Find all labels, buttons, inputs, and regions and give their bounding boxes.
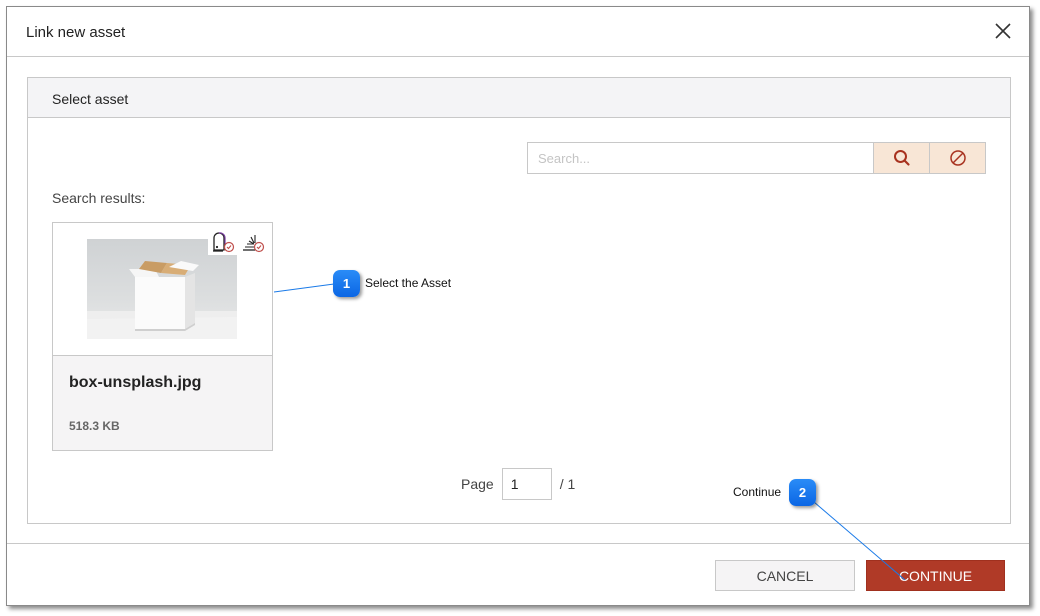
search-bar <box>527 142 986 174</box>
asset-badges <box>208 231 268 255</box>
asset-card[interactable]: box-unsplash.jpg 518.3 KB <box>52 222 273 451</box>
panel-title: Select asset <box>52 91 129 107</box>
search-icon <box>893 150 910 166</box>
close-button[interactable] <box>993 21 1013 41</box>
dialog-title: Link new asset <box>26 24 126 41</box>
storage-verified-icon <box>213 232 235 253</box>
asset-thumbnail-area <box>53 223 272 356</box>
clear-icon <box>949 150 966 166</box>
link-asset-dialog: Link new asset Select asset Search... Se… <box>6 6 1030 606</box>
signal-verified-icon <box>243 235 265 253</box>
page-number-input[interactable] <box>501 468 552 500</box>
dialog-footer: CANCEL CONTINUE <box>7 543 1029 605</box>
pagination: Page / 1 <box>461 468 575 500</box>
select-asset-panel: Select asset Search results: <box>27 77 1011 524</box>
search-input[interactable] <box>528 143 873 173</box>
cancel-button[interactable]: CANCEL <box>715 560 855 591</box>
page-total: / 1 <box>559 476 576 492</box>
panel-header: Select asset <box>28 78 1010 118</box>
dialog-header: Link new asset <box>7 7 1029 57</box>
asset-name: box-unsplash.jpg <box>69 374 202 391</box>
search-button[interactable] <box>873 143 929 173</box>
asset-info: box-unsplash.jpg 518.3 KB <box>53 356 272 450</box>
continue-button[interactable]: CONTINUE <box>866 560 1005 591</box>
asset-size: 518.3 KB <box>69 419 120 433</box>
clear-search-button[interactable] <box>929 143 985 173</box>
close-icon <box>995 23 1011 39</box>
page-label: Page <box>461 476 494 492</box>
search-results-label: Search results: <box>52 190 146 206</box>
